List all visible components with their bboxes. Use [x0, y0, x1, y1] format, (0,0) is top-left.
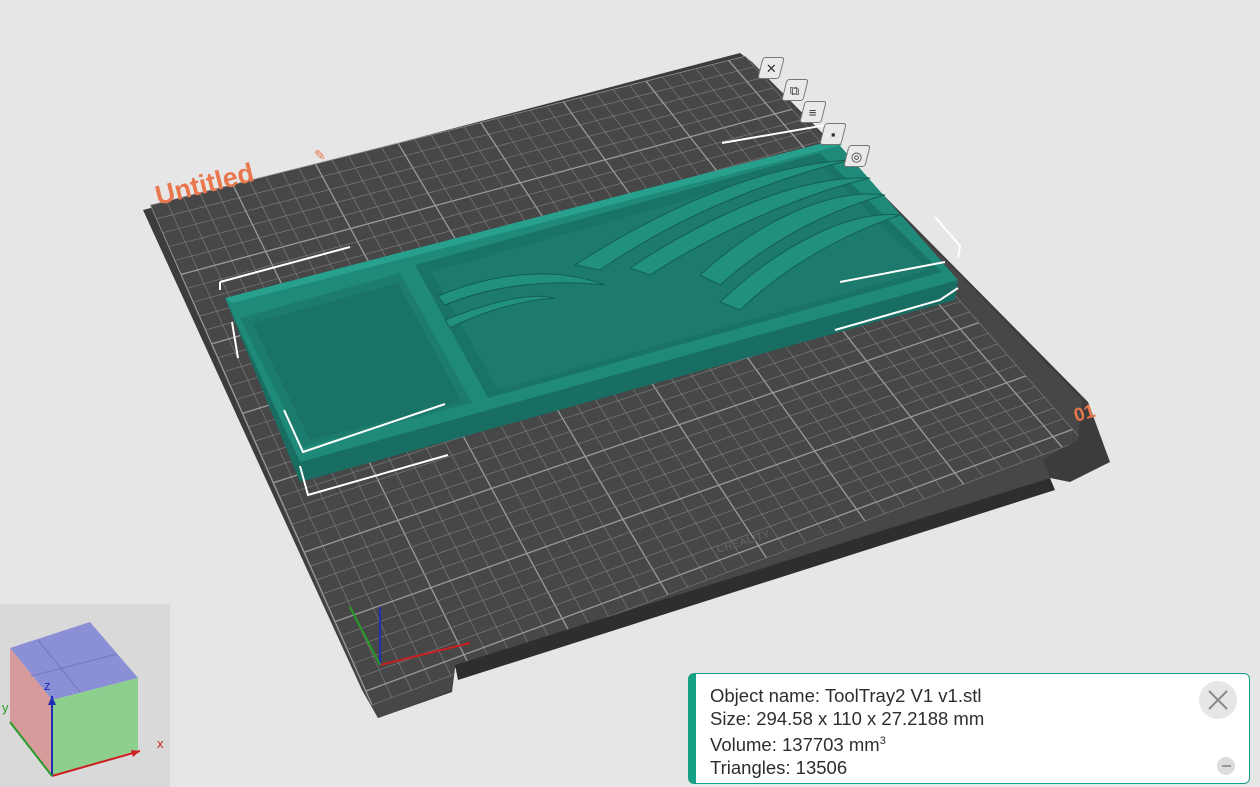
object-info-text: Object name: ToolTray2 V1 v1.stl Size: 2…	[710, 684, 984, 779]
axis-z-label: z	[44, 678, 51, 693]
object-triangles-line: Triangles: 13506	[710, 757, 848, 779]
close-icon[interactable]	[1199, 681, 1237, 719]
object-name-line: Object name: ToolTray2 V1 v1.stl	[710, 685, 982, 706]
view-cube-panel: x z y	[0, 604, 170, 787]
object-info-panel: Object name: ToolTray2 V1 v1.stl Size: 2…	[688, 673, 1250, 784]
axis-y-label: y	[2, 700, 9, 715]
object-size-line: Size: 294.58 x 110 x 27.2188 mm	[710, 708, 985, 729]
delete-plate-icon[interactable]: ✕	[757, 57, 785, 79]
object-volume-line: Volume: 137703 mm3	[710, 734, 886, 756]
arrange-icon[interactable]: ⧉	[781, 79, 809, 101]
view-cube[interactable]: x z y	[0, 604, 170, 787]
axis-x-label: x	[157, 736, 164, 751]
plate-settings-icon[interactable]: ≡	[799, 101, 827, 123]
3d-viewport[interactable]: Untitled ✎ 01 CREALITY	[0, 0, 1260, 787]
lock-plate-icon[interactable]: ▪	[819, 123, 847, 145]
plate-toolbar: ✕ ⧉ ≡ ▪ ◎	[757, 55, 878, 175]
plate-edit-icon[interactable]: ✎	[314, 147, 326, 163]
minimize-icon[interactable]	[1217, 757, 1235, 775]
camera-icon[interactable]: ◎	[843, 145, 871, 167]
